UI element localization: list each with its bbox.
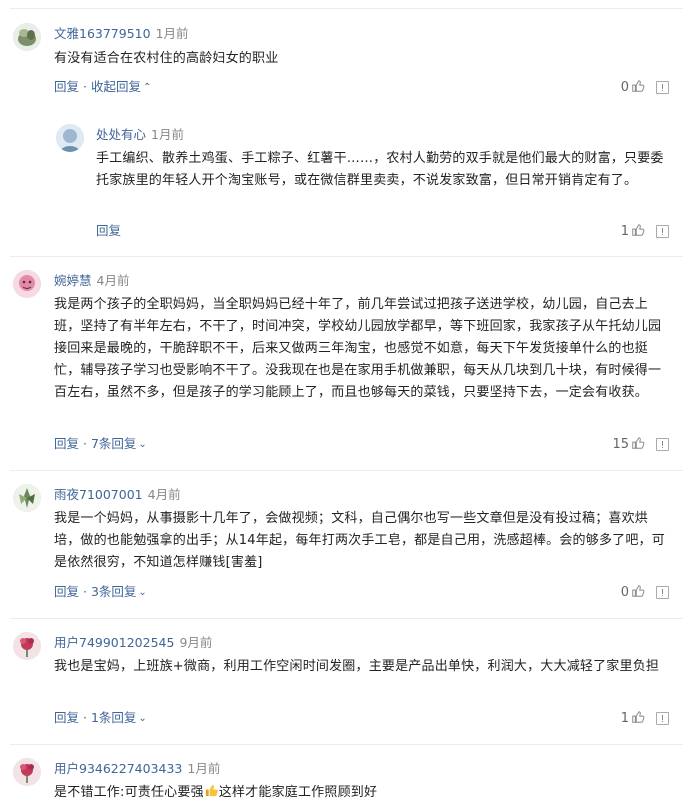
report-icon[interactable] [656,225,669,238]
like-count: 15 [612,437,629,452]
thumbs-up-icon [632,585,645,597]
like-button[interactable]: 1 [621,710,645,727]
report-icon[interactable] [656,438,669,451]
caret-down-icon: ⌄ [138,713,147,724]
comment-actions: 回复 · 7条回复 ⌄ [54,436,147,451]
divider [10,8,683,9]
like-count: 0 [620,585,629,600]
comment-meta: 用户749901202545 9月前 [54,635,212,651]
timestamp: 1月前 [151,127,184,142]
avatar[interactable] [13,23,41,51]
caret-down-icon: ⌄ [138,587,147,598]
timestamp: 1月前 [187,761,221,776]
timestamp: 4月前 [147,487,181,502]
like-button[interactable]: 15 [612,436,645,453]
divider [10,256,683,257]
caret-up-icon: ⌃ [142,82,152,93]
collapse-replies-button[interactable]: 收起回复 ⌃ [91,79,151,94]
report-icon[interactable] [656,712,669,725]
expand-replies-button[interactable]: 7条回复 ⌄ [91,436,147,451]
reply-button[interactable]: 回复 [54,436,79,451]
comment-text-part: 这样才能家庭工作照顾到好 [218,785,378,800]
comment-text: 我是两个孩子的全职妈妈，当全职妈妈已经十年了，前几年尝试过把孩子送进学校，幼儿园… [54,297,662,400]
comment-list: 文雅163779510 1月前 有没有适合在农村住的高龄妇女的职业 回复 · 收起… [0,0,693,812]
thumbs-up-icon [632,80,645,92]
like-count: 0 [620,80,629,95]
reply-button[interactable]: 回复 [54,710,79,725]
report-icon[interactable] [656,81,669,94]
comment-actions: 回复 · 3条回复 ⌄ [54,584,147,599]
like-button[interactable]: 0 [621,79,645,96]
divider [10,744,683,745]
thumbs-up-icon [632,711,645,723]
like-count: 1 [620,711,629,726]
username[interactable]: 处处有心 [96,127,146,142]
expand-replies-button[interactable]: 1条回复 ⌄ [91,710,147,725]
avatar[interactable] [13,484,41,512]
comment-text-part: 是不错工作:可责任心要强 [54,785,204,800]
comment-text: 我是一个妈妈，从事摄影十几年了，会做视频；文科，自己偶尔也写一些文章但是没有投过… [54,511,665,570]
report-icon[interactable] [656,586,669,599]
timestamp: 4月前 [96,273,130,288]
reply-button[interactable]: 回复 [54,79,79,94]
like-button[interactable]: 1 [621,223,645,240]
thumbs-up-icon [632,437,645,449]
caret-down-icon: ⌄ [138,439,147,450]
comment-text: 我也是宝妈，上班族+微商，利用工作空闲时间发圈，主要是产品出单快，利润大，大大减… [54,659,660,674]
username[interactable]: 雨夜71007001 [54,487,143,502]
comment-actions: 回复 · 收起回复 ⌃ [54,79,152,94]
comment-meta: 婉婷慧 4月前 [54,273,129,289]
avatar[interactable] [13,758,41,786]
avatar[interactable] [56,124,84,152]
avatar[interactable] [13,632,41,660]
comment-meta: 文雅163779510 1月前 [54,26,189,42]
username[interactable]: 用户9346227403433 [54,761,182,776]
like-count: 1 [620,224,629,239]
reply-button[interactable]: 回复 [54,584,79,599]
comment-actions: 回复 · 1条回复 ⌄ [54,710,147,725]
like-button[interactable]: 0 [621,584,645,601]
comment-meta: 用户9346227403433 1月前 [54,761,220,777]
divider [10,618,683,619]
avatar[interactable] [13,270,41,298]
reply-text: 手工编织、散养土鸡蛋、手工粽子、红薯干……，农村人勤劳的双手就是他们最大的财富，… [96,151,664,188]
reply-meta: 处处有心 1月前 [96,127,184,143]
timestamp: 1月前 [155,26,189,41]
thumbs-up-icon [632,224,645,236]
comment-meta: 雨夜71007001 4月前 [54,487,181,503]
reply-actions: 回复 [96,223,121,239]
comment-text: 是不错工作:可责任心要强 这样才能家庭工作照顾到好 [54,782,669,804]
username[interactable]: 文雅163779510 [54,26,151,41]
expand-replies-button[interactable]: 3条回复 ⌄ [91,584,147,599]
reply-button[interactable]: 回复 [96,223,121,238]
comment-text: 有没有适合在农村住的高龄妇女的职业 [54,51,279,66]
username[interactable]: 婉婷慧 [54,273,92,288]
divider [10,470,683,471]
username[interactable]: 用户749901202545 [54,635,174,650]
timestamp: 9月前 [179,635,213,650]
thumbs-up-emoji-icon [205,784,218,797]
